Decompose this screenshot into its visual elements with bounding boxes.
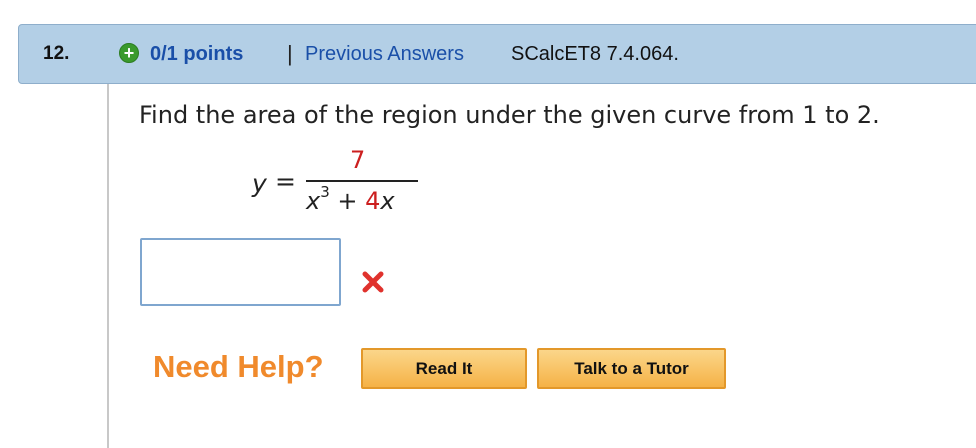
question-number: 12.	[43, 43, 70, 64]
need-help-label: Need Help?	[153, 349, 324, 384]
den-coefficient: 4	[365, 187, 381, 215]
question-prompt: Find the area of the region under the gi…	[139, 101, 880, 129]
talk-to-tutor-button[interactable]: Talk to a Tutor	[537, 348, 726, 389]
previous-answers-link[interactable]: Previous Answers	[305, 43, 464, 66]
equation-lhs: y	[252, 169, 267, 198]
fraction-numerator: 7	[350, 146, 366, 174]
separator: |	[287, 41, 293, 66]
x-mark-icon	[362, 271, 384, 293]
den-plus: +	[329, 187, 366, 215]
equation-equals: =	[275, 167, 296, 196]
question-header: 12. + 0/1 points | Previous Answers SCal…	[18, 24, 976, 84]
fraction-bar	[306, 180, 418, 182]
content-divider	[107, 84, 109, 448]
answer-input[interactable]	[140, 238, 341, 306]
den-x2: x	[380, 187, 395, 215]
question-code: SCalcET8 7.4.064.	[511, 43, 679, 65]
points-link[interactable]: 0/1 points	[150, 43, 243, 66]
read-it-button[interactable]: Read It	[361, 348, 527, 389]
den-exponent: 3	[320, 183, 330, 201]
fraction-denominator: x3 + 4x	[306, 183, 395, 215]
den-x: x	[306, 187, 321, 215]
plus-circle-icon[interactable]: +	[119, 43, 139, 63]
